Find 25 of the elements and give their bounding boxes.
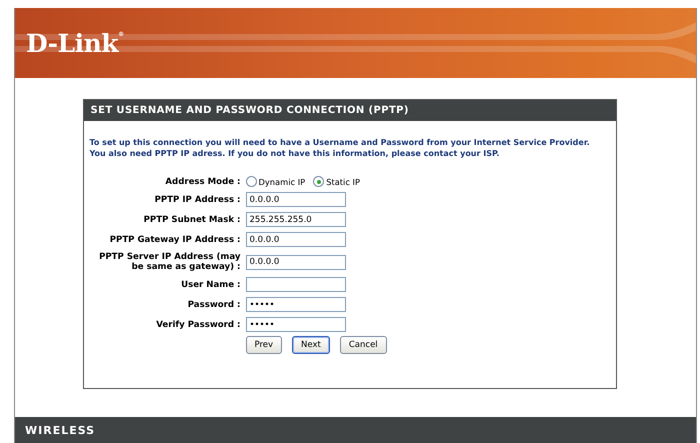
radio-option[interactable]: Static IP (313, 176, 360, 187)
footer-label: WIRELESS (25, 424, 96, 436)
input-field[interactable]: 0.0.0.0 (246, 192, 346, 207)
field-label: User Name : (180, 280, 240, 290)
form-button[interactable]: Cancel (340, 336, 387, 354)
input-field[interactable]: ••••• (246, 317, 346, 332)
intro-text: To set up this connection you will need to have a Username and Password from your Internet Service Provider. You also need PPTP IP adress. If you do not have this information, please contact your ISP. (90, 137, 590, 159)
input-field[interactable]: 0.0.0.0 (246, 232, 346, 247)
field-label: PPTP Gateway IP Address : (108, 234, 240, 244)
input-field[interactable]: 0.0.0.0 (246, 254, 346, 270)
radio-icon[interactable] (246, 176, 256, 187)
field-label: Verify Password : (155, 320, 240, 330)
field-label: PPTP Subnet Mask : (142, 214, 240, 224)
form-button[interactable]: Next (292, 336, 330, 354)
field-label: PPTP IP Address : (154, 194, 240, 204)
field-label: Address Mode : (164, 176, 240, 186)
input-field[interactable]: 255.255.255.0 (246, 212, 346, 227)
field-label: Password : (186, 300, 240, 310)
radio-icon[interactable] (313, 176, 324, 187)
form-button[interactable]: Prev (246, 336, 282, 354)
panel-title: SET USERNAME AND PASSWORD CONNECTION (PPTP) (84, 100, 616, 121)
input-field[interactable]: ••••• (246, 297, 346, 312)
radio-option[interactable]: Dynamic IP (246, 176, 306, 187)
input-field[interactable] (246, 277, 346, 292)
field-label: PPTP Server IP Address (may be same as gateway) : (98, 252, 240, 272)
